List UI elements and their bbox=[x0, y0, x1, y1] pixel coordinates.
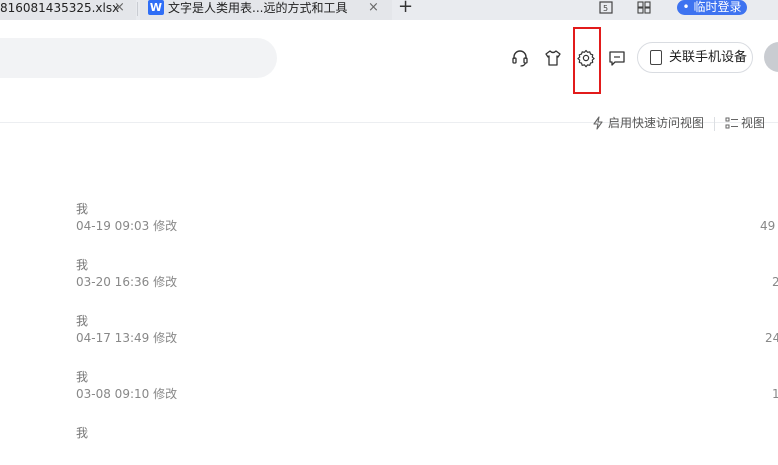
grid-apps-icon[interactable] bbox=[637, 1, 651, 14]
quick-view-label: 启用快速访问视图 bbox=[608, 116, 705, 130]
list-item[interactable]: 我 04-17 13:49 修改 24 bbox=[0, 313, 778, 353]
close-icon[interactable]: × bbox=[368, 0, 379, 16]
list-item[interactable]: 我 bbox=[0, 425, 778, 465]
file-size: 24 bbox=[765, 331, 778, 345]
tab-document[interactable]: W 文字是人类用表...远的方式和工具 × bbox=[140, 0, 392, 20]
file-size: 49 bbox=[760, 219, 776, 233]
tab-bar: 81608143532​5.xlsx × W 文字是人类用表...远的方式和工具… bbox=[0, 0, 778, 20]
file-modified: 03-20 16:36 修改 bbox=[76, 275, 178, 289]
temp-login-button[interactable]: • 临时登录 bbox=[677, 0, 747, 15]
list-item[interactable]: 我 03-20 16:36 修改 2 bbox=[0, 257, 778, 297]
list-view-icon bbox=[725, 117, 738, 129]
file-owner: 我 bbox=[76, 314, 89, 328]
lightning-icon bbox=[593, 116, 603, 130]
file-owner: 我 bbox=[76, 258, 89, 272]
headset-icon[interactable] bbox=[510, 48, 530, 68]
file-modified: 04-19 09:03 修改 bbox=[76, 219, 178, 233]
link-phone-button[interactable]: 关联手机设备 bbox=[637, 42, 753, 73]
avatar[interactable] bbox=[764, 42, 778, 72]
search-input[interactable] bbox=[0, 38, 277, 78]
file-owner: 我 bbox=[76, 370, 89, 384]
settings-highlight-box bbox=[573, 27, 601, 94]
new-tab-button[interactable]: + bbox=[398, 0, 413, 17]
link-phone-label: 关联手机设备 bbox=[669, 50, 748, 65]
file-size: 1 bbox=[772, 387, 778, 401]
tab-xlsx-file[interactable]: 81608143532​5.xlsx × bbox=[0, 0, 136, 20]
tab-divider bbox=[137, 2, 138, 16]
file-owner: 我 bbox=[76, 202, 89, 216]
svg-text:5: 5 bbox=[603, 4, 608, 13]
file-size: 2 bbox=[772, 275, 778, 289]
file-modified: 04-17 13:49 修改 bbox=[76, 331, 178, 345]
chat-icon[interactable] bbox=[607, 48, 627, 68]
tab-title: 81608143532​5.xlsx bbox=[0, 1, 120, 15]
tshirt-icon[interactable] bbox=[543, 48, 563, 68]
phone-icon bbox=[650, 50, 662, 65]
file-modified: 03-08 09:10 修改 bbox=[76, 387, 178, 401]
view-label: 视图 bbox=[741, 116, 766, 130]
split-view-icon[interactable]: 5 bbox=[599, 1, 613, 14]
close-icon[interactable]: × bbox=[114, 0, 125, 16]
toolbar-divider bbox=[714, 117, 715, 131]
list-item[interactable]: 我 04-19 09:03 修改 49 bbox=[0, 201, 778, 241]
wps-writer-icon: W bbox=[148, 0, 164, 15]
list-item[interactable]: 我 03-08 09:10 修改 1 bbox=[0, 369, 778, 409]
tab-title: 文字是人类用表...远的方式和工具 bbox=[168, 1, 348, 15]
